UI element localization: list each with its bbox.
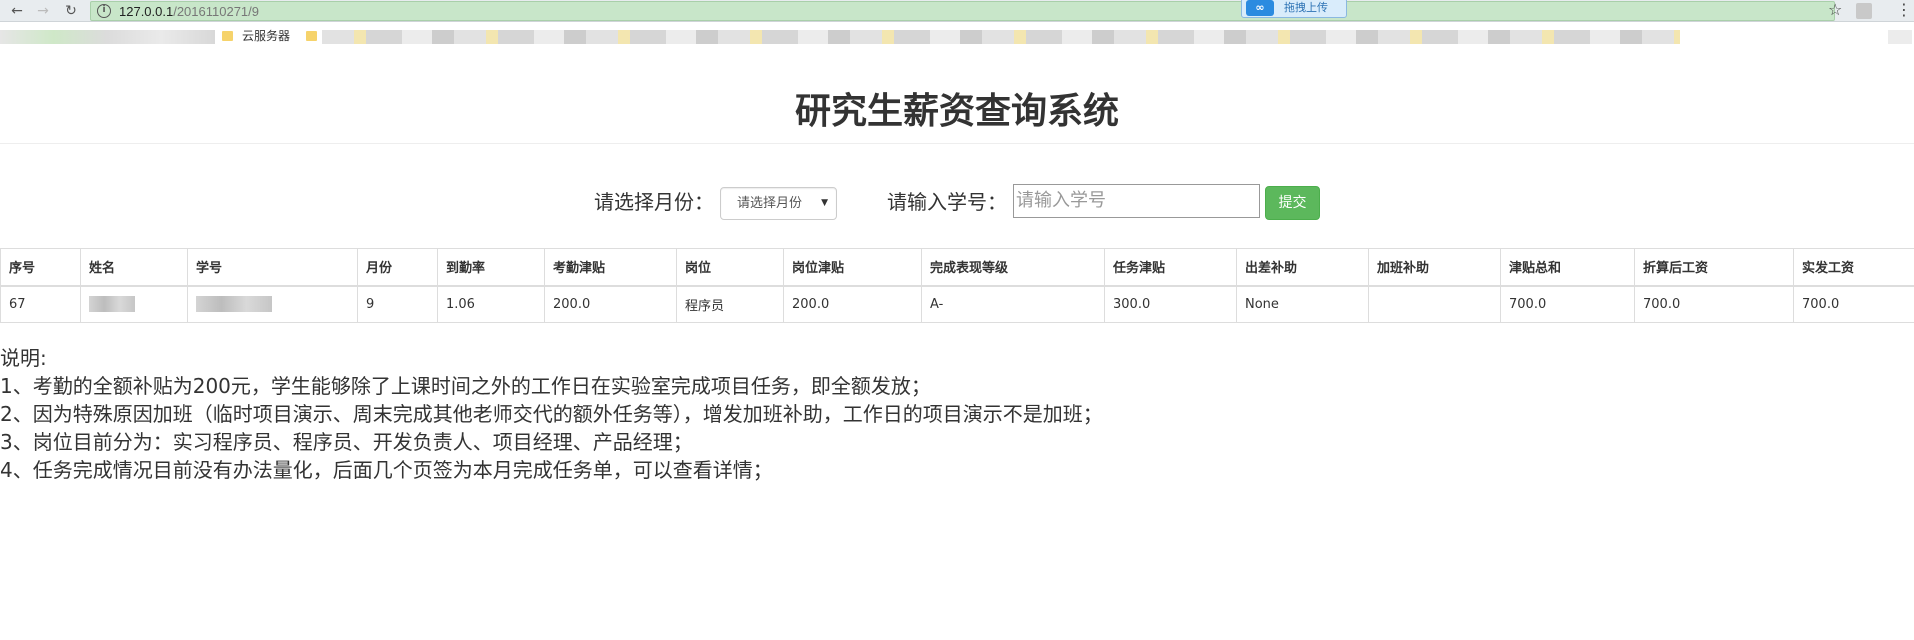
notes-section: 说明: 1、考勤的全额补贴为200元，学生能够除了上课时间之外的工作日在实验室完… [0, 344, 1103, 484]
divider [0, 143, 1914, 144]
notes-heading: 说明: [0, 346, 47, 370]
table-cell [1368, 285, 1501, 323]
table-cell: 700.0 [1793, 285, 1914, 323]
url-path: /2016110271/9 [173, 4, 260, 19]
table-cell: 700.0 [1634, 285, 1794, 323]
header-cell: 津贴总和 [1500, 248, 1635, 287]
folder-icon [222, 31, 233, 41]
header-cell: 完成表现等级 [921, 248, 1105, 287]
month-select[interactable]: 请选择月份 ▼ [720, 187, 837, 220]
table-row: 67 9 1.06 200.0 程序员 200.0 A- 300.0 None … [0, 285, 1914, 323]
header-cell: 月份 [357, 248, 438, 287]
table-cell: 9 [357, 285, 438, 323]
student-id-placeholder: 请输入学号 [1016, 190, 1106, 211]
header-cell: 考勤津贴 [544, 248, 677, 287]
dropdown-arrow-icon: ▼ [821, 198, 828, 208]
table-cell: 程序员 [676, 285, 784, 323]
header-cell: 学号 [187, 248, 358, 287]
bookmarks-bar: 云服务器 [0, 22, 1914, 50]
address-bar[interactable]: i 127.0.0.1/2016110271/9 ∞ 拖拽上传 [90, 0, 1835, 21]
bookmark-star-icon[interactable]: ☆ [1828, 0, 1842, 20]
table-cell: 200.0 [544, 285, 677, 323]
upload-button[interactable]: ∞ 拖拽上传 [1241, 0, 1347, 18]
note-item: 4、任务完成情况目前没有办法量化，后面几个页签为本月完成任务单，可以查看详情； [0, 458, 773, 482]
header-cell: 姓名 [80, 248, 188, 287]
table-header-row: 序号 姓名 学号 月份 到勤率 考勤津贴 岗位 岗位津贴 完成表现等级 任务津贴… [0, 248, 1914, 287]
reload-icon[interactable]: ↻ [62, 2, 80, 20]
student-id-label: 请输入学号： [887, 190, 1007, 214]
month-select-value: 请选择月份 [737, 196, 803, 211]
blurred-bookmarks[interactable] [1888, 30, 1912, 44]
header-cell: 加班补助 [1368, 248, 1501, 287]
table-cell: 700.0 [1500, 285, 1635, 323]
header-cell: 序号 [0, 248, 81, 287]
note-item: 2、因为特殊原因加班（临时项目演示、周末完成其他老师交代的额外任务等），增发加班… [0, 402, 1103, 426]
redacted-student-id [196, 296, 272, 313]
forward-arrow-icon[interactable]: → [34, 2, 52, 20]
menu-icon[interactable]: ⋮ [1896, 1, 1912, 19]
redacted-name [89, 296, 135, 313]
submit-button[interactable]: 提交 [1265, 186, 1320, 220]
upload-label: 拖拽上传 [1284, 1, 1328, 14]
table-cell: 300.0 [1104, 285, 1237, 323]
info-icon[interactable]: i [97, 4, 111, 18]
header-cell: 出差补助 [1236, 248, 1369, 287]
header-cell: 实发工资 [1793, 248, 1914, 287]
browser-toolbar: ← → ↻ i 127.0.0.1/2016110271/9 ∞ 拖拽上传 ☆ … [0, 0, 1914, 22]
bookmark-cloud-server[interactable]: 云服务器 [242, 28, 290, 44]
table-cell: None [1236, 285, 1369, 323]
header-cell: 岗位 [676, 248, 784, 287]
header-cell: 任务津贴 [1104, 248, 1237, 287]
student-id-input[interactable]: 请输入学号 [1013, 184, 1260, 218]
header-cell: 岗位津贴 [783, 248, 922, 287]
month-label: 请选择月份： [594, 190, 714, 214]
table-cell: A- [921, 285, 1105, 323]
table-cell: 67 [0, 285, 81, 323]
note-item: 3、岗位目前分为：实习程序员、程序员、开发负责人、项目经理、产品经理； [0, 430, 693, 454]
url-text: 127.0.0.1/2016110271/9 [119, 4, 259, 19]
header-cell: 折算后工资 [1634, 248, 1794, 287]
table-cell-name [80, 285, 188, 323]
table-cell-student-id [187, 285, 358, 323]
table-cell: 200.0 [783, 285, 922, 323]
folder-icon [306, 31, 317, 41]
blurred-bookmarks[interactable] [322, 30, 1680, 44]
url-host: 127.0.0.1 [119, 4, 174, 19]
header-cell: 到勤率 [437, 248, 545, 287]
back-arrow-icon[interactable]: ← [8, 2, 26, 20]
blurred-bookmarks[interactable] [0, 30, 215, 44]
page-title: 研究生薪资查询系统 [794, 91, 1119, 132]
table-cell: 1.06 [437, 285, 545, 323]
note-item: 1、考勤的全额补贴为200元，学生能够除了上课时间之外的工作日在实验室完成项目任… [0, 374, 931, 398]
extension-icon[interactable] [1856, 3, 1872, 19]
cloud-logo-icon: ∞ [1246, 0, 1274, 16]
salary-table: 序号 姓名 学号 月份 到勤率 考勤津贴 岗位 岗位津贴 完成表现等级 任务津贴… [0, 248, 1914, 323]
